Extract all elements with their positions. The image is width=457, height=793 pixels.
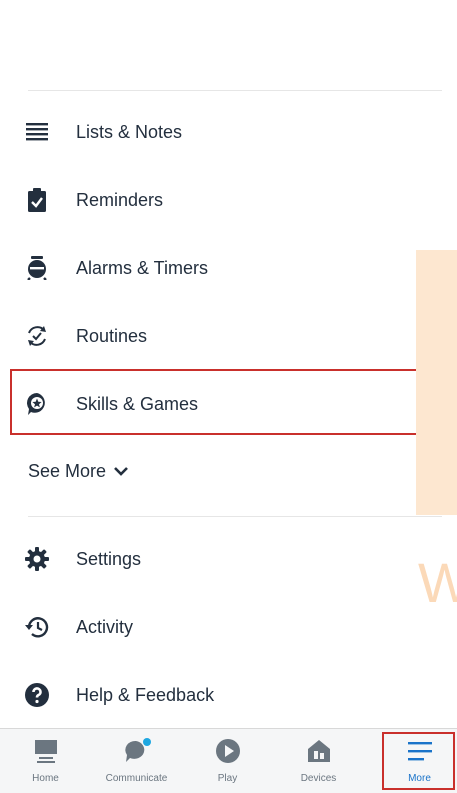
list-icon (24, 119, 50, 145)
tab-home[interactable]: Home (0, 729, 91, 793)
menu-item-routines[interactable]: Routines (0, 308, 457, 364)
watermark-bar (416, 250, 457, 515)
home-icon (33, 737, 59, 765)
menu-item-settings[interactable]: Settings (0, 531, 457, 587)
tab-label: Communicate (105, 773, 168, 784)
menu-item-label: Routines (76, 325, 148, 346)
tab-communicate[interactable]: Communicate (91, 729, 182, 793)
tab-play[interactable]: Play (182, 729, 273, 793)
menu-item-label: Settings (76, 548, 142, 569)
alarm-clock-icon (24, 255, 50, 281)
tab-devices[interactable]: Devices (273, 729, 364, 793)
clipboard-check-icon (24, 187, 50, 213)
menu-item-label: Lists & Notes (76, 121, 183, 142)
play-icon (215, 737, 241, 765)
tab-label: Devices (300, 773, 337, 784)
active-tab-highlight (382, 732, 455, 790)
tab-label: Home (32, 773, 59, 784)
menu-item-label: Alarms & Timers (76, 257, 209, 278)
gear-icon (24, 546, 50, 572)
menu-item-label: Help & Feedback (76, 684, 215, 705)
menu-item-reminders[interactable]: Reminders (0, 172, 457, 228)
chevron-down-icon (114, 467, 128, 476)
menu-item-alarms-timers[interactable]: Alarms & Timers (0, 240, 457, 296)
top-divider (28, 90, 442, 91)
menu-item-activity[interactable]: Activity (0, 599, 457, 655)
selection-highlight (10, 369, 455, 435)
chat-icon (122, 737, 152, 765)
menu-item-label: Activity (76, 616, 134, 637)
help-icon (24, 682, 50, 708)
menu-item-help-feedback[interactable]: Help & Feedback (0, 667, 457, 723)
routines-icon (24, 323, 50, 349)
see-more-label: See More (28, 460, 107, 481)
see-more-toggle[interactable]: See More (28, 456, 128, 486)
devices-icon (306, 737, 332, 765)
tab-label: Play (217, 773, 238, 784)
section-divider (28, 516, 442, 517)
history-icon (24, 614, 50, 640)
menu-item-lists-notes[interactable]: Lists & Notes (0, 104, 457, 160)
menu-item-label: Reminders (76, 189, 164, 210)
